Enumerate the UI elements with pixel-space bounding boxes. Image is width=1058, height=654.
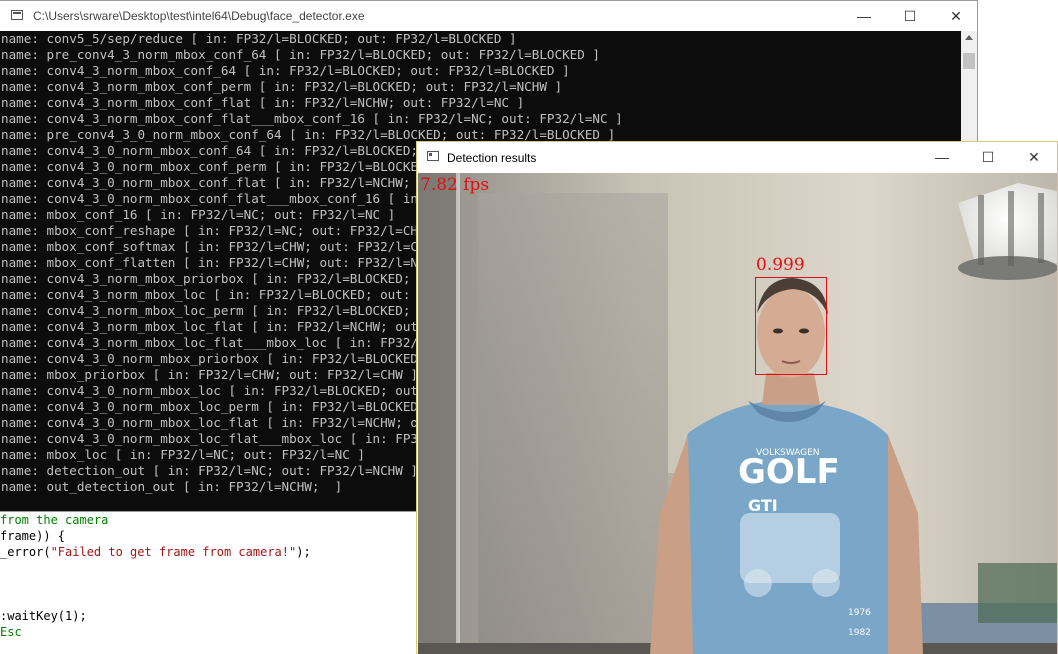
scroll-up-arrow-icon[interactable] bbox=[965, 35, 973, 40]
face-bounding-box bbox=[755, 277, 827, 375]
minimize-button[interactable]: — bbox=[841, 1, 887, 31]
console-line: name: conv4_3_norm_mbox_conf_64 [ in: FP… bbox=[1, 63, 570, 78]
fps-counter: 7.82 fps bbox=[420, 175, 490, 195]
code-tail: ); bbox=[296, 545, 311, 559]
close-button[interactable]: ✕ bbox=[1011, 142, 1057, 172]
console-line: name: mbox_conf_softmax [ in: FP32/l=CHW… bbox=[1, 239, 449, 254]
minimize-button[interactable]: — bbox=[919, 142, 965, 172]
shirt-print-golf: GOLF bbox=[738, 452, 840, 492]
code-line: Esc bbox=[0, 625, 22, 639]
console-line: name: conv4_3_norm_mbox_conf_perm [ in: … bbox=[1, 79, 563, 94]
detection-window[interactable]: Detection results — ☐ ✕ GOLF VOLKSWAGEN … bbox=[416, 141, 1058, 654]
console-title: C:\Users\srware\Desktop\test\intel64\Deb… bbox=[33, 9, 365, 23]
shirt-print-year-1: 1976 bbox=[848, 608, 871, 618]
detection-app-icon bbox=[427, 151, 439, 161]
console-line: name: mbox_loc [ in: FP32/l=NC; out: FP3… bbox=[1, 447, 365, 462]
camera-image: GOLF VOLKSWAGEN GTI 1976 1982 bbox=[418, 173, 1057, 654]
shirt-print-brand: VOLKSWAGEN bbox=[756, 448, 820, 458]
console-line: name: conv4_3_norm_mbox_conf_flat [ in: … bbox=[1, 95, 525, 110]
code-line: :waitKey(1); bbox=[0, 609, 87, 623]
close-button[interactable]: ✕ bbox=[933, 1, 979, 31]
code-string: "Failed to get frame from camera!" bbox=[50, 545, 297, 559]
detection-titlebar[interactable]: Detection results — ☐ ✕ bbox=[417, 142, 1057, 172]
console-line: name: mbox_conf_flatten [ in: FP32/l=CHW… bbox=[1, 255, 441, 270]
console-line: name: mbox_priorbox [ in: FP32/l=CHW; ou… bbox=[1, 367, 419, 382]
console-line: name: detection_out [ in: FP32/l=NC; out… bbox=[1, 463, 419, 478]
console-line: name: mbox_conf_16 [ in: FP32/l=NC; out:… bbox=[1, 207, 396, 222]
shirt-print-year-2: 1982 bbox=[848, 628, 871, 638]
console-line: name: conv4_3_norm_mbox_conf_flat___mbox… bbox=[1, 111, 623, 126]
code-line: from the camera bbox=[0, 513, 109, 527]
console-line: name: conv5_5/sep/reduce [ in: FP32/l=BL… bbox=[1, 31, 517, 46]
detection-title: Detection results bbox=[447, 151, 537, 165]
detection-confidence: 0.999 bbox=[756, 255, 805, 275]
code-line: frame)) { bbox=[0, 529, 66, 543]
maximize-button[interactable]: ☐ bbox=[887, 1, 933, 31]
console-titlebar[interactable]: C:\Users\srware\Desktop\test\intel64\Deb… bbox=[0, 1, 977, 31]
code-line: _error("Failed to get frame from camera!… bbox=[0, 544, 311, 560]
code-fn: _error( bbox=[0, 545, 51, 559]
console-line: name: mbox_conf_reshape [ in: FP32/l=NC;… bbox=[1, 223, 441, 238]
console-app-icon bbox=[11, 10, 23, 20]
scrollbar-thumb[interactable] bbox=[963, 53, 975, 69]
console-line: name: pre_conv4_3_norm_mbox_conf_64 [ in… bbox=[1, 47, 600, 62]
shirt-print-gti: GTI bbox=[748, 496, 778, 515]
console-line: name: out_detection_out [ in: FP32/l=NCH… bbox=[1, 479, 343, 494]
camera-frame: GOLF VOLKSWAGEN GTI 1976 1982 7.82 fps 0… bbox=[418, 173, 1057, 654]
maximize-button[interactable]: ☐ bbox=[965, 142, 1011, 172]
